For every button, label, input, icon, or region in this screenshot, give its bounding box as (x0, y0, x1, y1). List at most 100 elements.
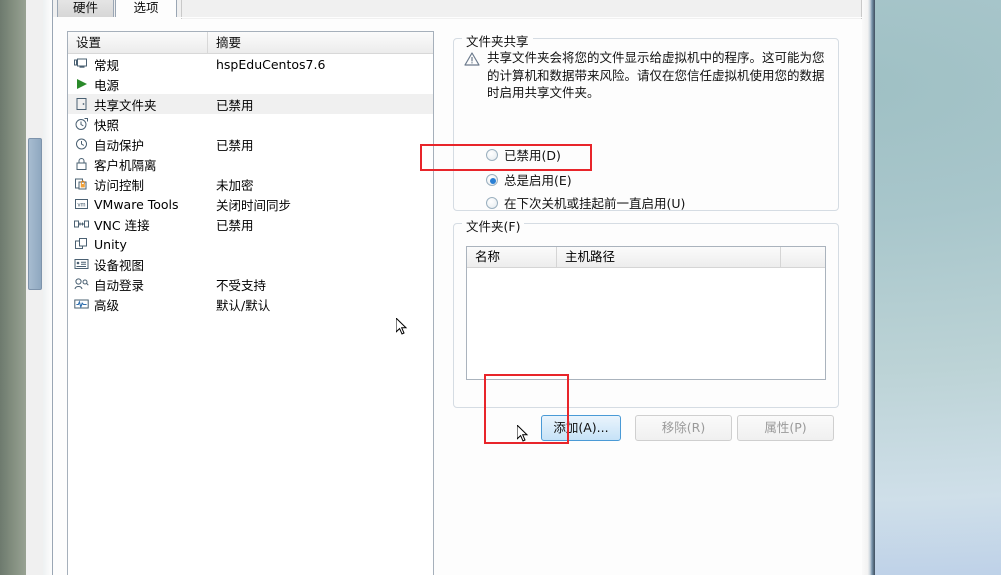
folder-properties-button: 属性(P) (737, 415, 834, 441)
settings-list-body: 常规 hspEduCentos7.6 电源 共享文件夹 已禁用 快照 自动保护 已禁用 客户机隔… (68, 54, 433, 314)
pane-splitter[interactable] (434, 31, 438, 575)
settings-row-summary: 未加密 (216, 177, 254, 193)
radio-button-disabled[interactable] (486, 148, 498, 161)
settings-row-label-cell: 电源 (68, 75, 208, 94)
settings-row-label: 访问控制 (94, 177, 145, 193)
settings-list-header: 设置 摘要 (68, 32, 433, 54)
settings-row-label: 快照 (94, 117, 120, 133)
options-panel: 文件夹共享 共享文件夹会将您的文件显示给虚拟机中的程序。这可能为您的计算机和数据… (445, 24, 848, 575)
folders-group: 文件夹(F) 名称 主机路径 (453, 216, 839, 408)
radio-sharing-until-shutdown[interactable]: 在下次关机或挂起前一直启用(U) (486, 193, 685, 212)
settings-row-label: Unity (94, 236, 127, 252)
settings-row[interactable]: 快照 (68, 114, 433, 134)
radio-label-always: 总是启用(E) (504, 173, 572, 188)
folder-column-host-path[interactable]: 主机路径 (557, 247, 781, 267)
device-view-icon (74, 257, 89, 271)
settings-row-label: 自动保护 (94, 137, 145, 153)
settings-row-label: 常规 (94, 57, 120, 73)
settings-row-summary: 已禁用 (216, 217, 254, 233)
column-header-setting[interactable]: 设置 (68, 32, 208, 53)
settings-row-label: 自动登录 (94, 277, 145, 293)
settings-row-label-cell: 设备视图 (68, 255, 208, 274)
settings-row-summary: 不受支持 (216, 277, 267, 293)
settings-row[interactable]: 常规 hspEduCentos7.6 (68, 54, 433, 74)
settings-row[interactable]: VNC 连接 已禁用 (68, 214, 433, 234)
shared-folder-icon (74, 97, 89, 111)
radio-label-disabled: 已禁用(D) (504, 148, 561, 163)
tab-underline (53, 17, 862, 18)
sharing-warning: 共享文件夹会将您的文件显示给虚拟机中的程序。这可能为您的计算机和数据带来风险。请… (464, 49, 828, 102)
lock-icon (74, 157, 89, 171)
radio-sharing-disabled[interactable]: 已禁用(D) (486, 145, 561, 164)
settings-row-label: 电源 (94, 77, 120, 93)
window-scrollbar[interactable] (26, 0, 44, 575)
settings-row-summary: 已禁用 (216, 137, 254, 153)
monitor-icon (74, 57, 89, 71)
settings-row[interactable]: Unity (68, 234, 433, 254)
folder-sharing-title: 文件夹共享 (462, 31, 533, 50)
settings-row[interactable]: 电源 (68, 74, 433, 94)
settings-row-label: 设备视图 (94, 257, 145, 273)
settings-row[interactable]: 自动保护 已禁用 (68, 134, 433, 154)
tab-hardware[interactable]: 硬件 (57, 0, 114, 18)
autologin-icon (74, 277, 89, 291)
scrollbar-thumb[interactable] (28, 138, 42, 290)
settings-row-summary: 已禁用 (216, 97, 254, 113)
snapshot-icon (74, 117, 89, 131)
settings-row-label: VNC 连接 (94, 217, 150, 233)
radio-button-until-shutdown[interactable] (486, 196, 498, 209)
sharing-warning-text: 共享文件夹会将您的文件显示给虚拟机中的程序。这可能为您的计算机和数据带来风险。请… (487, 50, 825, 100)
vmware-tools-icon: vm (74, 197, 89, 211)
warning-triangle-icon (464, 51, 480, 67)
advanced-icon (74, 297, 89, 311)
svg-text:vm: vm (78, 202, 86, 208)
autoprotect-clock-icon (74, 137, 89, 151)
window-right-border (862, 0, 875, 575)
folder-sharing-group: 文件夹共享 共享文件夹会将您的文件显示给虚拟机中的程序。这可能为您的计算机和数据… (453, 31, 839, 212)
settings-row-label-cell: vm VMware Tools (68, 197, 208, 212)
window-left-border (43, 0, 52, 575)
settings-row-label-cell: 高级 (68, 295, 208, 314)
settings-row-label: 共享文件夹 (94, 97, 157, 113)
settings-row-label-cell: 访问控制 (68, 175, 208, 194)
settings-row-label-cell: 共享文件夹 (68, 95, 208, 114)
settings-list[interactable]: 设置 摘要 常规 hspEduCentos7.6 电源 共享文件夹 已禁用 快照 自动保护已… (67, 31, 434, 575)
settings-row[interactable]: 设备视图 (68, 254, 433, 274)
window-body: 硬件 选项 设置 摘要 常规 hspEduCentos7.6 电源 共享文件夹 已禁用快… (52, 0, 862, 575)
settings-row[interactable]: 访问控制 未加密 (68, 174, 433, 194)
settings-row[interactable]: vm VMware Tools 关闭时间同步 (68, 194, 433, 214)
add-folder-button[interactable]: 添加(A)... (541, 415, 621, 441)
tab-strip: 硬件 选项 (53, 0, 862, 19)
settings-row-label-cell: Unity (68, 237, 208, 252)
settings-row[interactable]: 高级 默认/默认 (68, 294, 433, 314)
settings-row-label-cell: 客户机隔离 (68, 155, 208, 174)
power-play-icon (74, 77, 89, 91)
vm-settings-window: 硬件 选项 设置 摘要 常规 hspEduCentos7.6 电源 共享文件夹 已禁用快… (26, 0, 875, 575)
vnc-icon (74, 217, 89, 231)
radio-sharing-always[interactable]: 总是启用(E) (486, 170, 572, 189)
tab-options[interactable]: 选项 (115, 0, 177, 18)
remove-folder-button: 移除(R) (635, 415, 732, 441)
settings-row-summary: 默认/默认 (216, 297, 271, 313)
settings-row[interactable]: 自动登录 不受支持 (68, 274, 433, 294)
desktop-left-edge (0, 0, 26, 575)
folders-group-title: 文件夹(F) (462, 216, 525, 235)
settings-row[interactable]: 共享文件夹 已禁用 (68, 94, 433, 114)
radio-label-until-shutdown: 在下次关机或挂起前一直启用(U) (504, 196, 686, 211)
folder-column-name[interactable]: 名称 (467, 247, 557, 267)
folder-column-extra[interactable] (781, 247, 825, 267)
settings-row-label: 客户机隔离 (94, 157, 157, 173)
settings-row-label-cell: VNC 连接 (68, 215, 208, 234)
settings-row-label: 高级 (94, 297, 120, 313)
radio-button-always[interactable] (486, 173, 498, 186)
settings-row[interactable]: 客户机隔离 (68, 154, 433, 174)
settings-row-label-cell: 自动保护 (68, 135, 208, 154)
folders-table[interactable]: 名称 主机路径 (466, 246, 826, 380)
settings-row-label-cell: 常规 (68, 55, 208, 74)
settings-row-label-cell: 快照 (68, 115, 208, 134)
column-header-summary[interactable]: 摘要 (208, 32, 433, 53)
folders-table-header: 名称 主机路径 (467, 247, 825, 268)
access-control-icon (74, 177, 89, 191)
settings-row-summary: hspEduCentos7.6 (216, 56, 326, 72)
settings-row-label-cell: 自动登录 (68, 275, 208, 294)
